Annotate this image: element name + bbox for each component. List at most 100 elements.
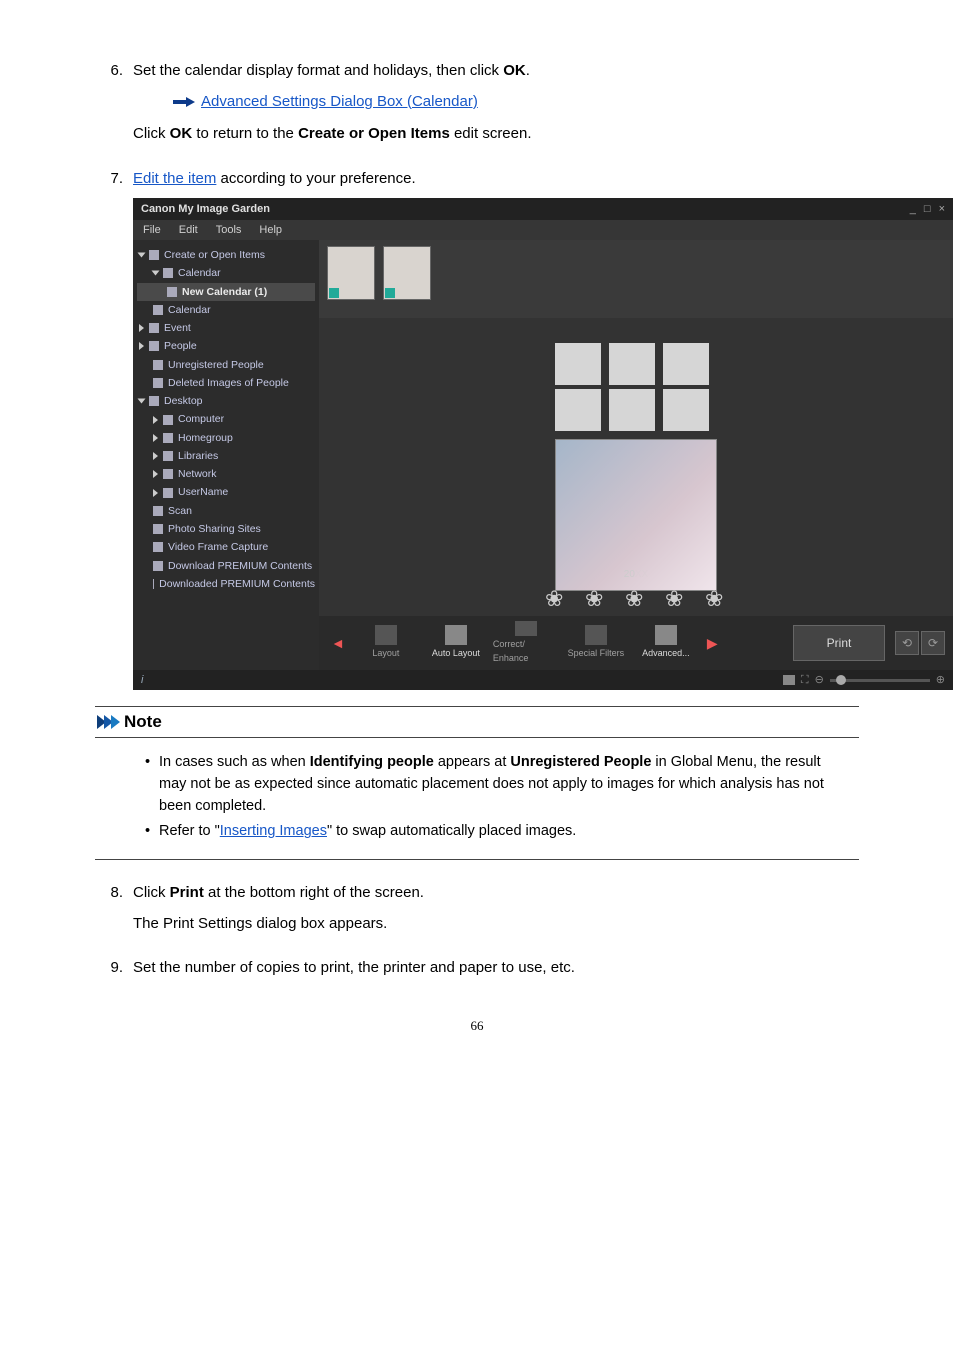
chevron-down-icon (138, 399, 146, 404)
sidebar-item-unregistered[interactable]: Unregistered People (137, 356, 315, 374)
sidebar-item-desktop[interactable]: Desktop (137, 392, 315, 410)
sidebar-item-create[interactable]: Create or Open Items (137, 246, 315, 264)
edit-item-link[interactable]: Edit the item (133, 170, 216, 187)
person-icon (153, 360, 163, 370)
layout-button[interactable]: Layout (353, 621, 419, 665)
step-9-number: 9. (95, 957, 133, 980)
step-6-text: Set the calendar display format and holi… (133, 60, 859, 83)
note-section: Note In cases such as when Identifying p… (95, 706, 859, 860)
chevron-right-icon (153, 489, 158, 497)
sidebar-item-calendar2[interactable]: Calendar (137, 301, 315, 319)
sidebar-item-video-frame[interactable]: Video Frame Capture (137, 538, 315, 556)
libraries-icon (163, 451, 173, 461)
menu-tools[interactable]: Tools (216, 222, 242, 239)
zoom-out-button[interactable]: ⊖ (815, 672, 824, 689)
editor-canvas[interactable]: 20XX ❀ ❀ ❀ ❀ ❀ (319, 318, 953, 616)
layout-icon (375, 625, 397, 645)
flower-icon: ❀ (665, 588, 687, 610)
correct-enhance-button[interactable]: Correct/ Enhance (493, 621, 559, 665)
zoom-in-button[interactable]: ⊕ (936, 672, 945, 689)
sidebar-item-downloaded-premium[interactable]: Downloaded PREMIUM Contents (137, 575, 315, 593)
zoom-fit-icon[interactable]: ⛶ (801, 672, 809, 689)
chevron-right-icon (153, 452, 158, 460)
window-maximize-button[interactable]: □ (924, 201, 931, 218)
scan-icon (153, 506, 163, 516)
auto-layout-button[interactable]: Auto Layout (423, 621, 489, 665)
chevron-right-icon (153, 434, 158, 442)
step-7-text: Edit the item according to your preferen… (133, 168, 859, 191)
trash-icon (153, 378, 163, 388)
advanced-settings-link[interactable]: Advanced Settings Dialog Box (Calendar) (201, 91, 478, 114)
undo-button[interactable]: ⟲ (895, 631, 919, 655)
status-bar: i ⛶ ⊖ ⊕ (133, 670, 953, 690)
advanced-icon (655, 625, 677, 645)
step-8-text: Click Print at the bottom right of the s… (133, 882, 859, 905)
step-6-sub: Click OK to return to the Create or Open… (95, 123, 859, 146)
step-8-sub: The Print Settings dialog box appears. (95, 913, 859, 936)
special-filters-button[interactable]: Special Filters (563, 621, 629, 665)
sidebar-item-network[interactable]: Network (137, 465, 315, 483)
window-minimize-button[interactable]: _ (910, 201, 916, 218)
year-label: 20XX (624, 567, 648, 582)
step-7-number: 7. (95, 168, 133, 191)
advanced-button[interactable]: Advanced... (633, 621, 699, 665)
window-title: Canon My Image Garden (141, 201, 270, 218)
note-title: Note (124, 709, 162, 735)
thumbnail-strip (319, 240, 953, 318)
sidebar-item-download-premium[interactable]: Download PREMIUM Contents (137, 557, 315, 575)
sidebar-item-people[interactable]: People (137, 337, 315, 355)
sidebar-item-new-calendar[interactable]: New Calendar (1) (137, 283, 315, 301)
flower-icon: ❀ (585, 588, 607, 610)
thumbnail[interactable] (327, 246, 375, 300)
calendar-icon (163, 268, 173, 278)
flower-icon: ❀ (705, 588, 727, 610)
video-icon (153, 542, 163, 552)
calendar-month-cell (663, 343, 709, 385)
chevron-down-icon (152, 271, 160, 276)
calendar-month-cell (663, 389, 709, 431)
menu-edit[interactable]: Edit (179, 222, 198, 239)
chevron-right-icon (153, 470, 158, 478)
window-close-button[interactable]: × (939, 201, 945, 218)
event-icon (149, 323, 159, 333)
redo-button[interactable]: ⟳ (921, 631, 945, 655)
note-item: In cases such as when Identifying people… (145, 752, 839, 817)
check-icon (329, 288, 339, 298)
sidebar-item-calendar[interactable]: Calendar (137, 264, 315, 282)
thumbnail[interactable] (383, 246, 431, 300)
sidebar-item-homegroup[interactable]: Homegroup (137, 429, 315, 447)
step-9-text: Set the number of copies to print, the p… (133, 957, 859, 980)
filters-icon (585, 625, 607, 645)
calendar-icon (167, 287, 177, 297)
arrow-right-icon (173, 96, 195, 108)
sidebar-item-username[interactable]: UserName (137, 483, 315, 501)
view-mode-icon[interactable] (783, 675, 795, 685)
flower-icon: ❀ (545, 588, 567, 610)
enhance-icon (515, 621, 537, 636)
page-number: 66 (0, 1016, 954, 1036)
people-icon (149, 341, 159, 351)
zoom-slider[interactable] (830, 679, 930, 682)
calendar-layout (555, 343, 717, 431)
status-info: i (141, 672, 143, 689)
desktop-icon (149, 396, 159, 406)
sidebar-item-event[interactable]: Event (137, 319, 315, 337)
menu-help[interactable]: Help (259, 222, 282, 239)
chevron-right-icon (139, 342, 144, 350)
inserting-images-link[interactable]: Inserting Images (220, 823, 327, 839)
step-6-number: 6. (95, 60, 133, 83)
calendar-icon (153, 305, 163, 315)
sidebar-item-photo-sharing[interactable]: Photo Sharing Sites (137, 520, 315, 538)
sidebar-item-computer[interactable]: Computer (137, 410, 315, 428)
sidebar-item-deleted-people[interactable]: Deleted Images of People (137, 374, 315, 392)
computer-icon (163, 415, 173, 425)
share-icon (153, 524, 163, 534)
chevron-right-icon (139, 324, 144, 332)
next-page-button[interactable]: ▶ (703, 633, 722, 654)
menu-file[interactable]: File (143, 222, 161, 239)
chevron-right-icon (153, 416, 158, 424)
print-button[interactable]: Print (793, 625, 885, 661)
sidebar-item-scan[interactable]: Scan (137, 502, 315, 520)
prev-page-button[interactable]: ◄ (327, 633, 349, 654)
sidebar-item-libraries[interactable]: Libraries (137, 447, 315, 465)
